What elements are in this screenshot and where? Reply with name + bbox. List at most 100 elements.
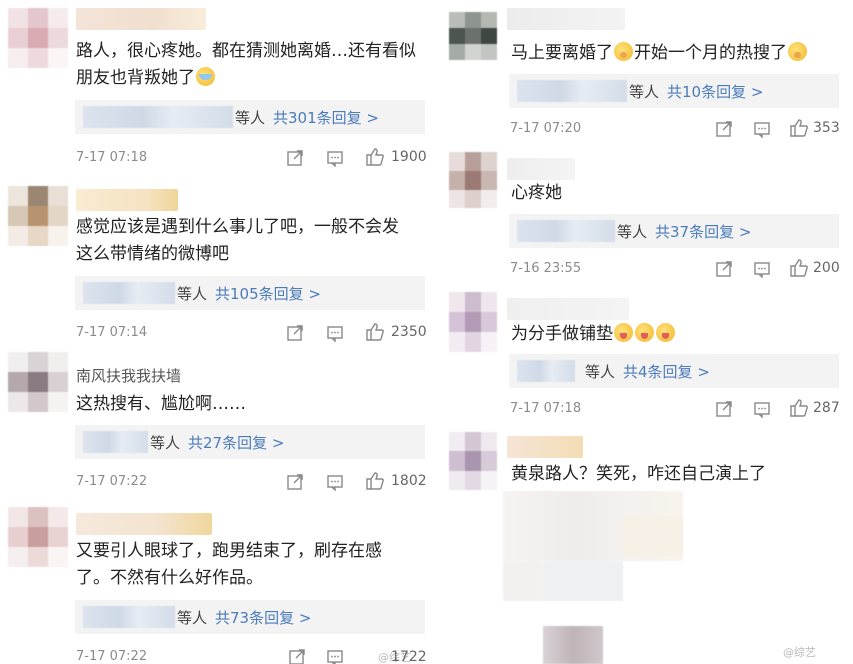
timestamp: 7-17 07:20 xyxy=(510,121,582,136)
thumbs-up-icon[interactable] xyxy=(789,258,809,278)
comments-column-left: 路人，很心疼她。都在猜测她离婚…还有看似 朋友也背叛她了 等人 共301条回复 … xyxy=(0,0,438,664)
reply-count-link[interactable]: 共4条回复 > xyxy=(623,361,710,382)
avatar[interactable] xyxy=(449,292,497,352)
like-count: 1802 xyxy=(391,473,427,489)
replies-summary[interactable]: 等人 共105条回复 > xyxy=(75,276,425,310)
avatar[interactable] xyxy=(8,507,68,567)
comment-icon[interactable] xyxy=(326,473,344,491)
replies-summary[interactable]: 等人 共73条回复 > xyxy=(75,600,425,634)
blurred-attachment xyxy=(623,516,683,556)
reply-users-blurred xyxy=(83,606,175,628)
comment-text: 心疼她 xyxy=(511,183,562,203)
comment-item: 南风扶我我扶墙 这热搜有、尴尬啊…… 等人 共27条回复 > 7-17 07:2… xyxy=(0,350,438,505)
avatar[interactable] xyxy=(8,8,68,68)
reply-count-link[interactable]: 共105条回复 > xyxy=(215,283,321,304)
reply-count-link[interactable]: 共37条回复 > xyxy=(655,221,751,242)
comment-item: 黄泉路人？笑死，咋还自己演上了 @综艺 xyxy=(443,426,853,664)
reply-prefix: 等人 xyxy=(150,433,181,452)
comment-item: 为分手做铺垫 等人 共4条回复 > 7-17 07:18 287 xyxy=(443,286,853,426)
crying-emoji-icon xyxy=(196,67,215,86)
thumbs-up-icon[interactable] xyxy=(789,118,809,138)
reply-users-blurred xyxy=(83,282,175,304)
comment-item: 马上要离婚了 开始一个月的热搜了 等人 共10条回复 > 7-17 07:20 3… xyxy=(443,0,853,146)
comments-column-right: 马上要离婚了 开始一个月的热搜了 等人 共10条回复 > 7-17 07:20 3… xyxy=(443,0,853,664)
like-count: 200 xyxy=(813,260,840,276)
yum-emoji-icon xyxy=(656,323,675,342)
reply-users-blurred xyxy=(83,106,233,128)
reply-count-link[interactable]: 共10条回复 > xyxy=(667,81,763,102)
comment-item: 心疼她 等人 共37条回复 > 7-16 23:55 200 xyxy=(443,146,853,286)
reply-prefix: 等人 xyxy=(177,284,208,303)
blurred-attachment xyxy=(503,561,543,601)
replies-summary[interactable]: 等人 共301条回复 > xyxy=(75,100,425,134)
yum-emoji-icon xyxy=(614,323,633,342)
replies-summary[interactable]: 等人 共37条回复 > xyxy=(509,214,839,248)
reply-prefix: 等人 xyxy=(617,222,648,241)
reply-count-link[interactable]: 共27条回复 > xyxy=(188,432,284,453)
comment-text: 马上要离婚了 开始一个月的热搜了 xyxy=(511,40,808,67)
comment-icon[interactable] xyxy=(326,149,344,167)
comment-icon[interactable] xyxy=(753,120,771,138)
username-blurred[interactable] xyxy=(76,8,206,30)
reply-users-blurred xyxy=(517,220,615,242)
reply-users-blurred xyxy=(83,431,148,453)
thumbs-up-icon[interactable] xyxy=(365,471,385,491)
username-blurred[interactable] xyxy=(507,298,629,320)
thumbs-up-icon[interactable] xyxy=(789,398,809,418)
avatar[interactable] xyxy=(8,186,68,246)
replies-summary[interactable]: 等人 共4条回复 > xyxy=(509,354,839,388)
username-blurred[interactable] xyxy=(507,436,583,458)
comment-text: 这热搜有、尴尬啊…… xyxy=(76,394,246,414)
share-icon[interactable] xyxy=(715,260,733,278)
replies-summary[interactable]: 等人 共27条回复 > xyxy=(75,425,425,459)
share-icon[interactable] xyxy=(715,120,733,138)
reply-prefix: 等人 xyxy=(177,608,208,627)
thumbs-up-icon[interactable] xyxy=(365,147,385,167)
reply-users-blurred xyxy=(517,80,627,102)
like-count: 2350 xyxy=(391,324,427,340)
shushing-emoji-icon xyxy=(788,42,807,61)
thumbs-up-icon[interactable] xyxy=(365,322,385,342)
shushing-emoji-icon xyxy=(614,42,633,61)
comment-icon[interactable] xyxy=(326,648,344,664)
username-blurred[interactable] xyxy=(76,189,178,211)
comment-item: 路人，很心疼她。都在猜测她离婚…还有看似 朋友也背叛她了 等人 共301条回复 … xyxy=(0,0,438,180)
share-icon[interactable] xyxy=(286,473,304,491)
timestamp: 7-17 07:22 xyxy=(76,649,148,664)
share-icon[interactable] xyxy=(286,324,304,342)
like-count: 1900 xyxy=(391,149,427,165)
reply-prefix: 等人 xyxy=(235,108,266,127)
reply-count-link[interactable]: 共73条回复 > xyxy=(215,607,311,628)
comment-icon[interactable] xyxy=(326,324,344,342)
avatar[interactable] xyxy=(449,12,497,60)
username[interactable]: 南风扶我我扶墙 xyxy=(76,366,181,386)
like-count: 353 xyxy=(813,120,840,136)
share-icon[interactable] xyxy=(286,149,304,167)
avatar[interactable] xyxy=(8,352,68,412)
username-blurred[interactable] xyxy=(507,8,625,30)
blurred-attachment xyxy=(543,626,603,664)
timestamp: 7-17 07:22 xyxy=(76,474,148,489)
comment-text: 为分手做铺垫 xyxy=(511,321,676,348)
avatar[interactable] xyxy=(449,152,497,208)
like-count: 1722 xyxy=(391,649,427,664)
blurred-attachment xyxy=(543,561,623,601)
comment-icon[interactable] xyxy=(753,260,771,278)
replies-summary[interactable]: 等人 共10条回复 > xyxy=(509,74,839,108)
comment-text: 黄泉路人？笑死，咋还自己演上了 xyxy=(511,464,766,484)
share-icon[interactable] xyxy=(715,400,733,418)
username-blurred[interactable] xyxy=(507,158,575,180)
comment-icon[interactable] xyxy=(753,400,771,418)
comment-item: 感觉应该是遇到什么事儿了吧，一般不会发 这么带情绪的微博吧 等人 共105条回复… xyxy=(0,180,438,350)
share-icon[interactable] xyxy=(288,648,306,664)
comment-item: 又要引人眼球了，跑男结束了，刷存在感 了。不然有什么好作品。 等人 共73条回复… xyxy=(0,505,438,664)
username-blurred[interactable] xyxy=(76,513,212,535)
timestamp: 7-16 23:55 xyxy=(510,261,582,276)
avatar[interactable] xyxy=(449,432,497,490)
reply-prefix: 等人 xyxy=(629,82,660,101)
comment-text: 感觉应该是遇到什么事儿了吧，一般不会发 这么带情绪的微博吧 xyxy=(76,217,399,264)
watermark: @综艺 xyxy=(783,646,816,659)
comment-text: 又要引人眼球了，跑男结束了，刷存在感 了。不然有什么好作品。 xyxy=(76,541,382,588)
reply-prefix: 等人 xyxy=(585,362,616,381)
reply-count-link[interactable]: 共301条回复 > xyxy=(273,107,379,128)
